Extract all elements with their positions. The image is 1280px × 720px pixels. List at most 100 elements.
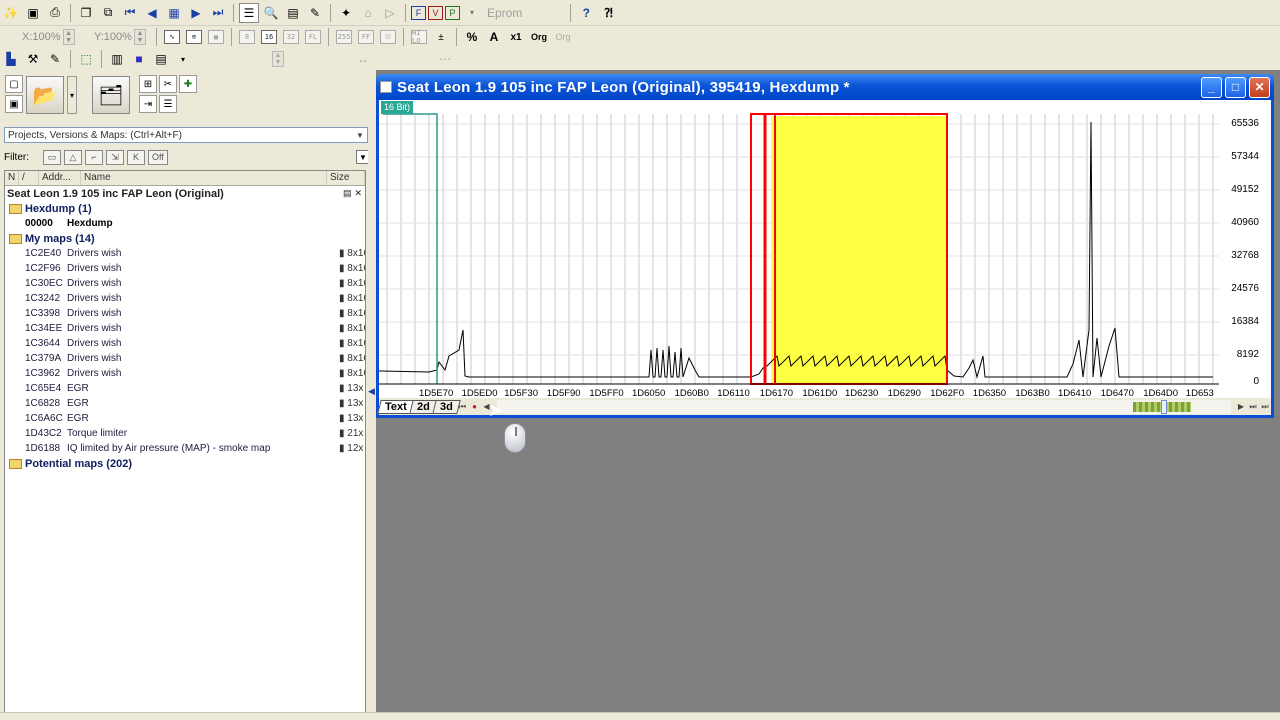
table-row[interactable]: 1C6A6C EGR ▮ 13x (5, 411, 365, 426)
a-icon[interactable]: A (484, 27, 504, 47)
bin-icon[interactable]: ⁞⁞⁞ (380, 30, 396, 44)
table-row[interactable]: 1C3242 Drivers wish ▮ 8x16 (5, 291, 365, 306)
collapse-arrow-icon[interactable]: ◀ (368, 386, 375, 397)
compare-icon[interactable]: ⧉ (98, 3, 118, 23)
folder-potential-maps[interactable]: Potential maps (202) (5, 456, 365, 471)
table-row[interactable]: 1D43C2 Torque limiter ▮ 21x (5, 426, 365, 441)
tab-3d[interactable]: 3d (431, 399, 461, 414)
filter-map-icon[interactable]: ▭ (43, 149, 61, 165)
connect-icon[interactable]: ⬚ (76, 49, 96, 69)
list-item[interactable]: 00000 Hexdump (5, 216, 365, 231)
table-row[interactable]: 1C3962 Drivers wish ▮ 8x16 (5, 366, 365, 381)
grid-icon[interactable]: ▦ (164, 3, 184, 23)
expand-icon[interactable]: ↔ (353, 49, 373, 69)
sign-icon[interactable]: ± (431, 27, 451, 47)
import-folder-button[interactable]: 🗂 (92, 76, 130, 114)
scroll-last-icon[interactable]: ⏭ (1259, 400, 1271, 414)
wizard-icon[interactable]: ✨ (1, 3, 21, 23)
horizontal-scrollbar[interactable] (496, 399, 1231, 414)
export-icon[interactable]: ⇥ (139, 95, 157, 113)
col-slash[interactable]: / (19, 171, 39, 185)
table-row[interactable]: 1C3644 Drivers wish ▮ 8x16 (5, 336, 365, 351)
forward-icon[interactable]: ▷ (380, 3, 400, 23)
y-zoom-field[interactable]: Y:100% ▲ ▼ (94, 28, 152, 46)
add-map-icon[interactable]: ⊞ (139, 75, 157, 93)
wave-alt-icon[interactable]: ≋ (186, 30, 202, 44)
v-icon[interactable]: V (428, 5, 443, 20)
bit32-icon[interactable]: 32 (283, 30, 299, 44)
dec-icon[interactable]: 255 (336, 30, 352, 44)
bit16-icon[interactable]: 16 (261, 30, 277, 44)
close-button[interactable]: ✕ (1249, 76, 1270, 98)
chevron-down-icon[interactable]: ▾ (462, 3, 482, 23)
table-row[interactable]: 1C6828 EGR ▮ 13x (5, 396, 365, 411)
bit-width-badge[interactable]: 16 Bit) (381, 101, 414, 114)
bit8-icon[interactable]: 8 (239, 30, 255, 44)
x-zoom-field[interactable]: X:100% ▲ ▼ (22, 28, 80, 46)
org-dim-icon[interactable]: Org (552, 27, 574, 47)
layout-icon[interactable]: ▤ (151, 49, 171, 69)
table-icon[interactable]: ▦ (208, 30, 224, 44)
map-tools-icon[interactable]: ✂ (159, 75, 177, 93)
folder-my-maps[interactable]: My maps (14) (5, 231, 365, 246)
chart-icon[interactable]: ▙ (1, 49, 21, 69)
filter-corner-icon[interactable]: ⌐ (85, 149, 103, 165)
open-folder-button[interactable]: 📂 (26, 76, 64, 114)
filter-kk-icon[interactable]: K (127, 149, 145, 165)
disk-icon[interactable]: ▣ (5, 95, 23, 113)
col-address[interactable]: Addr... (39, 171, 81, 185)
folder-hexdump[interactable]: Hexdump (1) (5, 201, 365, 216)
panel-splitter[interactable]: ◀ (368, 70, 376, 720)
step-field[interactable]: ▲ ▼ (270, 50, 290, 68)
f-icon[interactable]: F (411, 5, 426, 20)
table-row[interactable]: 1C2E40 Drivers wish ▮ 8x16 (5, 246, 365, 261)
tools-icon[interactable]: ⚒ (23, 49, 43, 69)
window-titlebar[interactable]: Seat Leon 1.9 105 inc FAP Leon (Original… (376, 74, 1274, 100)
map-wizard-icon[interactable]: ✚ (179, 75, 197, 93)
next-icon[interactable]: ▶ (186, 3, 206, 23)
org-icon[interactable]: Org (528, 27, 550, 47)
filter-arrow-icon[interactable]: ⇲ (106, 149, 124, 165)
col-n[interactable]: N (5, 171, 19, 185)
wave-icon[interactable]: ∿ (164, 30, 180, 44)
dots-icon[interactable]: ⋯ (435, 49, 455, 69)
x-zoom-spinner[interactable]: ▲ ▼ (62, 29, 75, 45)
projects-combo[interactable]: Projects, Versions & Maps: (Ctrl+Alt+F) … (4, 127, 368, 143)
x1-icon[interactable]: x1 (506, 27, 526, 47)
hilo-icon[interactable]: HI LO (411, 29, 427, 45)
filter-triangle-icon[interactable]: △ (64, 149, 82, 165)
search-icon[interactable]: 🔍 (261, 3, 281, 23)
layers-icon[interactable]: ▤ (283, 3, 303, 23)
record-icon[interactable]: ● (469, 400, 481, 414)
project-row-icons[interactable]: ▤✕ (343, 188, 365, 199)
filter-off-button[interactable]: Off (148, 149, 168, 165)
maximize-button[interactable]: □ (1225, 76, 1246, 98)
edit-icon[interactable]: ✎ (45, 49, 65, 69)
last-icon[interactable]: ⏭ (208, 3, 228, 23)
help-icon[interactable]: ? (576, 3, 596, 23)
col-size[interactable]: Size (327, 171, 365, 185)
save-icon[interactable]: ▣ (23, 3, 43, 23)
checksum-icon[interactable]: ✦ (336, 3, 356, 23)
project-title-row[interactable]: Seat Leon 1.9 105 inc FAP Leon (Original… (5, 186, 365, 201)
first-icon[interactable]: ⏮ (120, 3, 140, 23)
hexdump-2d-chart[interactable]: 65536 57344 49152 40960 32768 24576 16384 8192 0… (379, 100, 1271, 398)
list-icon[interactable]: ☰ (159, 95, 177, 113)
chevron-down-icon[interactable]: ▾ (67, 76, 77, 114)
context-help-icon[interactable]: ⁈ (598, 3, 618, 23)
table-row[interactable]: 1D6188 IQ limited by Air pressure (MAP) -… (5, 441, 365, 456)
chevron-down-icon[interactable]: ▼ (353, 128, 367, 142)
table-row[interactable]: 1C379A Drivers wish ▮ 8x16 (5, 351, 365, 366)
scroll-end-icon[interactable]: ⏭ (1247, 400, 1259, 414)
scroll-thumb[interactable] (1161, 399, 1167, 414)
table-row[interactable]: 1C3398 Drivers wish ▮ 8x16 (5, 306, 365, 321)
minimize-button[interactable]: _ (1201, 76, 1222, 98)
table-row[interactable]: 1C30EC Drivers wish ▮ 8x16 (5, 276, 365, 291)
copy-icon[interactable]: ❐ (76, 3, 96, 23)
color-icon[interactable]: ■ (129, 49, 149, 69)
table-row[interactable]: 1C65E4 EGR ▮ 13x (5, 381, 365, 396)
prev-icon[interactable]: ◀ (142, 3, 162, 23)
scroll-right-icon[interactable]: ▶ (1235, 400, 1247, 414)
columns-icon[interactable]: ▥ (107, 49, 127, 69)
p-icon[interactable]: P (445, 5, 460, 20)
